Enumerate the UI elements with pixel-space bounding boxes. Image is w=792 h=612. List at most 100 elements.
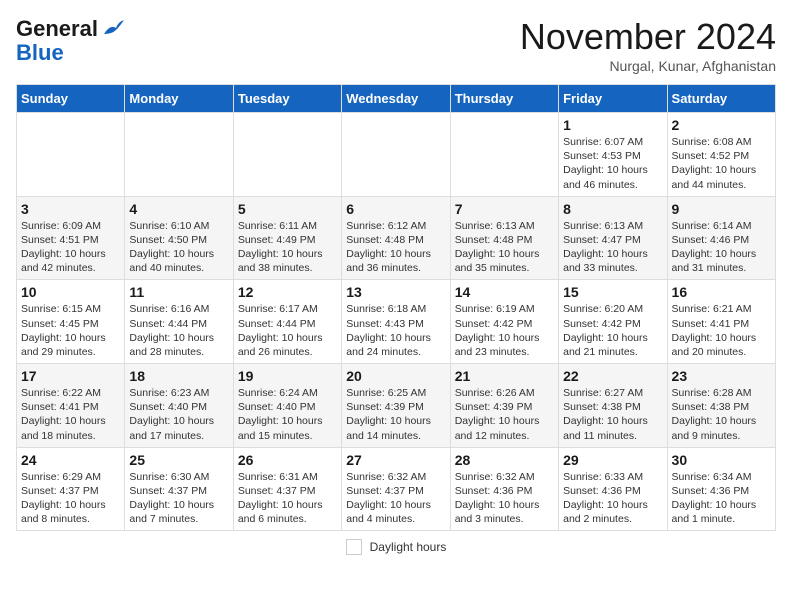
day-info: Sunrise: 6:32 AM Sunset: 4:36 PM Dayligh… (455, 470, 554, 527)
calendar-day-cell: 8Sunrise: 6:13 AM Sunset: 4:47 PM Daylig… (559, 196, 667, 280)
day-info: Sunrise: 6:24 AM Sunset: 4:40 PM Dayligh… (238, 386, 337, 443)
calendar-week-row: 24Sunrise: 6:29 AM Sunset: 4:37 PM Dayli… (17, 447, 776, 531)
day-info: Sunrise: 6:20 AM Sunset: 4:42 PM Dayligh… (563, 302, 662, 359)
calendar-day-cell: 5 Sunrise: 6:11 AM Sunset: 4:49 PM Daylig… (233, 196, 341, 280)
day-number: 27 (346, 452, 445, 468)
day-info: Sunrise: 6:13 AM Sunset: 4:47 PM Dayligh… (563, 219, 662, 276)
day-number: 22 (563, 368, 662, 384)
calendar-day-cell: 2Sunrise: 6:08 AM Sunset: 4:52 PM Daylig… (667, 113, 775, 197)
calendar-day-cell: 23 Sunrise: 6:28 AM Sunset: 4:38 PM Dayli… (667, 364, 775, 448)
calendar-week-row: 17Sunrise: 6:22 AM Sunset: 4:41 PM Dayli… (17, 364, 776, 448)
calendar-day-cell: 17Sunrise: 6:22 AM Sunset: 4:41 PM Dayli… (17, 364, 125, 448)
day-number: 17 (21, 368, 120, 384)
day-number: 28 (455, 452, 554, 468)
day-info: Sunrise: 6:15 AM Sunset: 4:45 PM Dayligh… (21, 302, 120, 359)
day-number: 13 (346, 284, 445, 300)
calendar-day-cell: 21Sunrise: 6:26 AM Sunset: 4:39 PM Dayli… (450, 364, 558, 448)
weekday-header-thursday: Thursday (450, 85, 558, 113)
day-number: 30 (672, 452, 771, 468)
day-number: 4 (129, 201, 228, 217)
day-number: 10 (21, 284, 120, 300)
day-number: 18 (129, 368, 228, 384)
calendar-week-row: 3 Sunrise: 6:09 AM Sunset: 4:51 PM Daylig… (17, 196, 776, 280)
calendar-day-cell: 20Sunrise: 6:25 AM Sunset: 4:39 PM Dayli… (342, 364, 450, 448)
calendar-day-cell: 9 Sunrise: 6:14 AM Sunset: 4:46 PM Daylig… (667, 196, 775, 280)
day-info: Sunrise: 6:21 AM Sunset: 4:41 PM Dayligh… (672, 302, 771, 359)
day-info: Sunrise: 6:11 AM Sunset: 4:49 PM Dayligh… (238, 219, 337, 276)
calendar-day-cell (125, 113, 233, 197)
day-info: Sunrise: 6:10 AM Sunset: 4:50 PM Dayligh… (129, 219, 228, 276)
logo-bird-icon (102, 20, 124, 38)
day-number: 3 (21, 201, 120, 217)
day-number: 9 (672, 201, 771, 217)
day-info: Sunrise: 6:12 AM Sunset: 4:48 PM Dayligh… (346, 219, 445, 276)
day-info: Sunrise: 6:14 AM Sunset: 4:46 PM Dayligh… (672, 219, 771, 276)
day-info: Sunrise: 6:18 AM Sunset: 4:43 PM Dayligh… (346, 302, 445, 359)
day-number: 19 (238, 368, 337, 384)
day-info: Sunrise: 6:27 AM Sunset: 4:38 PM Dayligh… (563, 386, 662, 443)
calendar-day-cell: 14Sunrise: 6:19 AM Sunset: 4:42 PM Dayli… (450, 280, 558, 364)
day-info: Sunrise: 6:30 AM Sunset: 4:37 PM Dayligh… (129, 470, 228, 527)
calendar-footer: Daylight hours (16, 539, 776, 555)
day-info: Sunrise: 6:19 AM Sunset: 4:42 PM Dayligh… (455, 302, 554, 359)
weekday-header-saturday: Saturday (667, 85, 775, 113)
location-subtitle: Nurgal, Kunar, Afghanistan (520, 58, 776, 74)
calendar-day-cell: 3 Sunrise: 6:09 AM Sunset: 4:51 PM Daylig… (17, 196, 125, 280)
day-number: 16 (672, 284, 771, 300)
calendar-day-cell: 1 Sunrise: 6:07 AM Sunset: 4:53 PM Daylig… (559, 113, 667, 197)
calendar-day-cell: 28 Sunrise: 6:32 AM Sunset: 4:36 PM Dayli… (450, 447, 558, 531)
calendar-day-cell: 25 Sunrise: 6:30 AM Sunset: 4:37 PM Dayli… (125, 447, 233, 531)
logo-general: General (16, 16, 98, 42)
logo: General Blue (16, 16, 124, 66)
day-info: Sunrise: 6:34 AM Sunset: 4:36 PM Dayligh… (672, 470, 771, 527)
day-info: Sunrise: 6:26 AM Sunset: 4:39 PM Dayligh… (455, 386, 554, 443)
calendar-day-cell: 22 Sunrise: 6:27 AM Sunset: 4:38 PM Dayli… (559, 364, 667, 448)
calendar-day-cell (450, 113, 558, 197)
calendar-day-cell: 10 Sunrise: 6:15 AM Sunset: 4:45 PM Dayli… (17, 280, 125, 364)
calendar-day-cell: 29Sunrise: 6:33 AM Sunset: 4:36 PM Dayli… (559, 447, 667, 531)
day-number: 11 (129, 284, 228, 300)
day-info: Sunrise: 6:07 AM Sunset: 4:53 PM Dayligh… (563, 135, 662, 192)
day-number: 25 (129, 452, 228, 468)
day-info: Sunrise: 6:23 AM Sunset: 4:40 PM Dayligh… (129, 386, 228, 443)
title-block: November 2024 Nurgal, Kunar, Afghanistan (520, 16, 776, 74)
calendar-day-cell: 15 Sunrise: 6:20 AM Sunset: 4:42 PM Dayli… (559, 280, 667, 364)
weekday-header-monday: Monday (125, 85, 233, 113)
day-number: 26 (238, 452, 337, 468)
calendar-day-cell: 30 Sunrise: 6:34 AM Sunset: 4:36 PM Dayli… (667, 447, 775, 531)
weekday-header-sunday: Sunday (17, 85, 125, 113)
calendar-day-cell: 19 Sunrise: 6:24 AM Sunset: 4:40 PM Dayli… (233, 364, 341, 448)
day-info: Sunrise: 6:16 AM Sunset: 4:44 PM Dayligh… (129, 302, 228, 359)
day-number: 5 (238, 201, 337, 217)
legend-box (346, 539, 362, 555)
legend-label: Daylight hours (370, 540, 447, 554)
month-title: November 2024 (520, 16, 776, 58)
day-number: 7 (455, 201, 554, 217)
calendar-day-cell: 4 Sunrise: 6:10 AM Sunset: 4:50 PM Daylig… (125, 196, 233, 280)
day-info: Sunrise: 6:29 AM Sunset: 4:37 PM Dayligh… (21, 470, 120, 527)
calendar-day-cell: 13 Sunrise: 6:18 AM Sunset: 4:43 PM Dayli… (342, 280, 450, 364)
day-info: Sunrise: 6:32 AM Sunset: 4:37 PM Dayligh… (346, 470, 445, 527)
calendar-day-cell: 16 Sunrise: 6:21 AM Sunset: 4:41 PM Dayli… (667, 280, 775, 364)
day-info: Sunrise: 6:13 AM Sunset: 4:48 PM Dayligh… (455, 219, 554, 276)
calendar-day-cell (342, 113, 450, 197)
day-info: Sunrise: 6:28 AM Sunset: 4:38 PM Dayligh… (672, 386, 771, 443)
day-info: Sunrise: 6:08 AM Sunset: 4:52 PM Dayligh… (672, 135, 771, 192)
weekday-header-tuesday: Tuesday (233, 85, 341, 113)
calendar-day-cell: 18 Sunrise: 6:23 AM Sunset: 4:40 PM Dayli… (125, 364, 233, 448)
weekday-header-row: SundayMondayTuesdayWednesdayThursdayFrid… (17, 85, 776, 113)
day-number: 29 (563, 452, 662, 468)
day-number: 12 (238, 284, 337, 300)
day-info: Sunrise: 6:17 AM Sunset: 4:44 PM Dayligh… (238, 302, 337, 359)
calendar-day-cell: 11 Sunrise: 6:16 AM Sunset: 4:44 PM Dayli… (125, 280, 233, 364)
calendar-day-cell: 12 Sunrise: 6:17 AM Sunset: 4:44 PM Dayli… (233, 280, 341, 364)
day-info: Sunrise: 6:31 AM Sunset: 4:37 PM Dayligh… (238, 470, 337, 527)
day-number: 15 (563, 284, 662, 300)
calendar-day-cell: 6 Sunrise: 6:12 AM Sunset: 4:48 PM Daylig… (342, 196, 450, 280)
day-number: 23 (672, 368, 771, 384)
day-number: 1 (563, 117, 662, 133)
day-number: 6 (346, 201, 445, 217)
day-info: Sunrise: 6:09 AM Sunset: 4:51 PM Dayligh… (21, 219, 120, 276)
day-number: 20 (346, 368, 445, 384)
calendar-day-cell (17, 113, 125, 197)
